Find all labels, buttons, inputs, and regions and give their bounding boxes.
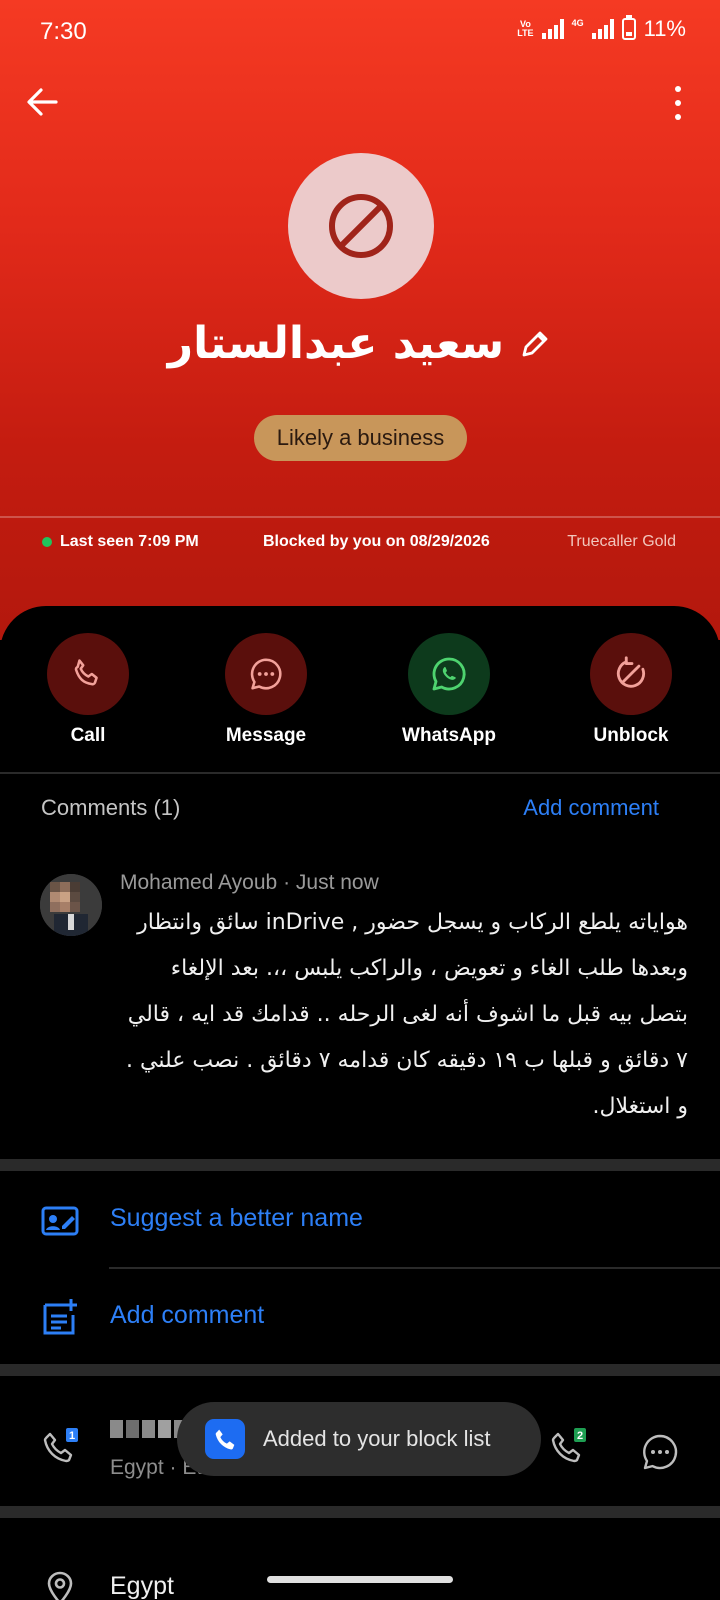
suggest-name-row[interactable]: Suggest a better name [0,1180,720,1260]
status-time: 7:30 [40,18,87,45]
status-bar: 7:30 Vo LTE 4G 11% [0,0,720,64]
contact-avatar [288,153,434,299]
options-divider [109,1267,720,1269]
comment-meta: Mohamed Ayoub · Just now [120,871,379,894]
call-label: Call [70,725,106,746]
section-divider-2 [0,1364,720,1376]
unblock-label: Unblock [593,725,669,746]
signal-icon [541,19,564,39]
last-seen-text: Last seen 7:09 PM [60,533,199,550]
call-sim1-icon[interactable]: 1 [40,1426,80,1466]
call-button[interactable]: Call [13,633,163,747]
location-row: Egypt [0,1530,720,1600]
more-vertical-icon [675,86,681,92]
last-seen: Last seen 7:09 PM [42,533,199,551]
comment-author-avatar [40,874,102,936]
message-icon [250,658,282,690]
online-dot-icon [42,537,52,547]
battery-icon [621,15,636,40]
whatsapp-icon [432,657,466,691]
whatsapp-label: WhatsApp [402,725,496,746]
sim2-number: 2 [577,1430,583,1442]
action-bar: Call Message WhatsApp Unblock [0,633,720,753]
add-comment-label: Add comment [110,1301,265,1329]
volte-icon: Vo LTE [517,19,534,38]
actions-divider [0,772,720,774]
avatar-photo [40,874,102,936]
unblock-button[interactable]: Unblock [556,633,706,747]
battery-level: 11% [643,16,686,41]
home-indicator[interactable] [267,1576,453,1583]
unblock-icon [616,656,645,688]
profile-header: 7:30 Vo LTE 4G 11% سعيد عبدالستار Likely … [0,0,720,640]
comment-body: هواياته يلطع الركاب و يسجل حضور , inDriv… [126,910,688,1119]
contact-name: سعيد عبدالستار [167,318,505,369]
location-label: Egypt [110,1572,174,1600]
comment-author: Mohamed Ayoub [120,871,278,894]
call-sim2-icon[interactable]: 2 [548,1426,588,1466]
add-comment-icon [43,1299,77,1335]
message-label: Message [225,725,307,746]
block-toast: Added to your block list [177,1402,541,1476]
signal-icon-2 [591,19,614,39]
suggest-name-label: Suggest a better name [110,1204,363,1232]
blocked-icon [329,194,393,258]
header-divider [0,516,720,518]
truecaller-app-icon [205,1419,245,1459]
membership-badge: Truecaller Gold [567,533,676,550]
comments-title: Comments (1) [41,795,181,820]
location-pin-icon [47,1571,73,1600]
status-icons: Vo LTE 4G 11% [517,15,686,42]
contact-name-row: سعيد عبدالستار [0,318,720,369]
sms-icon[interactable] [640,1432,680,1472]
network-type: 4G [571,18,584,28]
toast-message: Added to your block list [263,1426,491,1451]
whatsapp-button[interactable]: WhatsApp [374,633,524,747]
sim1-number: 1 [69,1430,75,1442]
contact-meta: Last seen 7:09 PM Blocked by you on 08/2… [0,530,720,556]
phone-icon [74,659,98,686]
phone-badge-icon [215,1429,235,1450]
comment-time: Just now [295,871,379,894]
blocked-date: Blocked by you on 08/29/2026 [263,533,490,550]
section-divider-3 [0,1506,720,1518]
add-comment-link[interactable]: Add comment [523,795,659,821]
message-button[interactable]: Message [191,633,341,747]
add-comment-row[interactable]: Add comment [0,1277,720,1357]
arrow-left-icon [27,88,58,116]
more-options-button[interactable] [672,86,684,120]
business-tag: Likely a business [254,415,467,461]
suggest-name-icon [41,1206,79,1236]
back-button[interactable] [22,82,62,122]
pencil-icon[interactable] [518,327,552,361]
section-divider [0,1159,720,1171]
